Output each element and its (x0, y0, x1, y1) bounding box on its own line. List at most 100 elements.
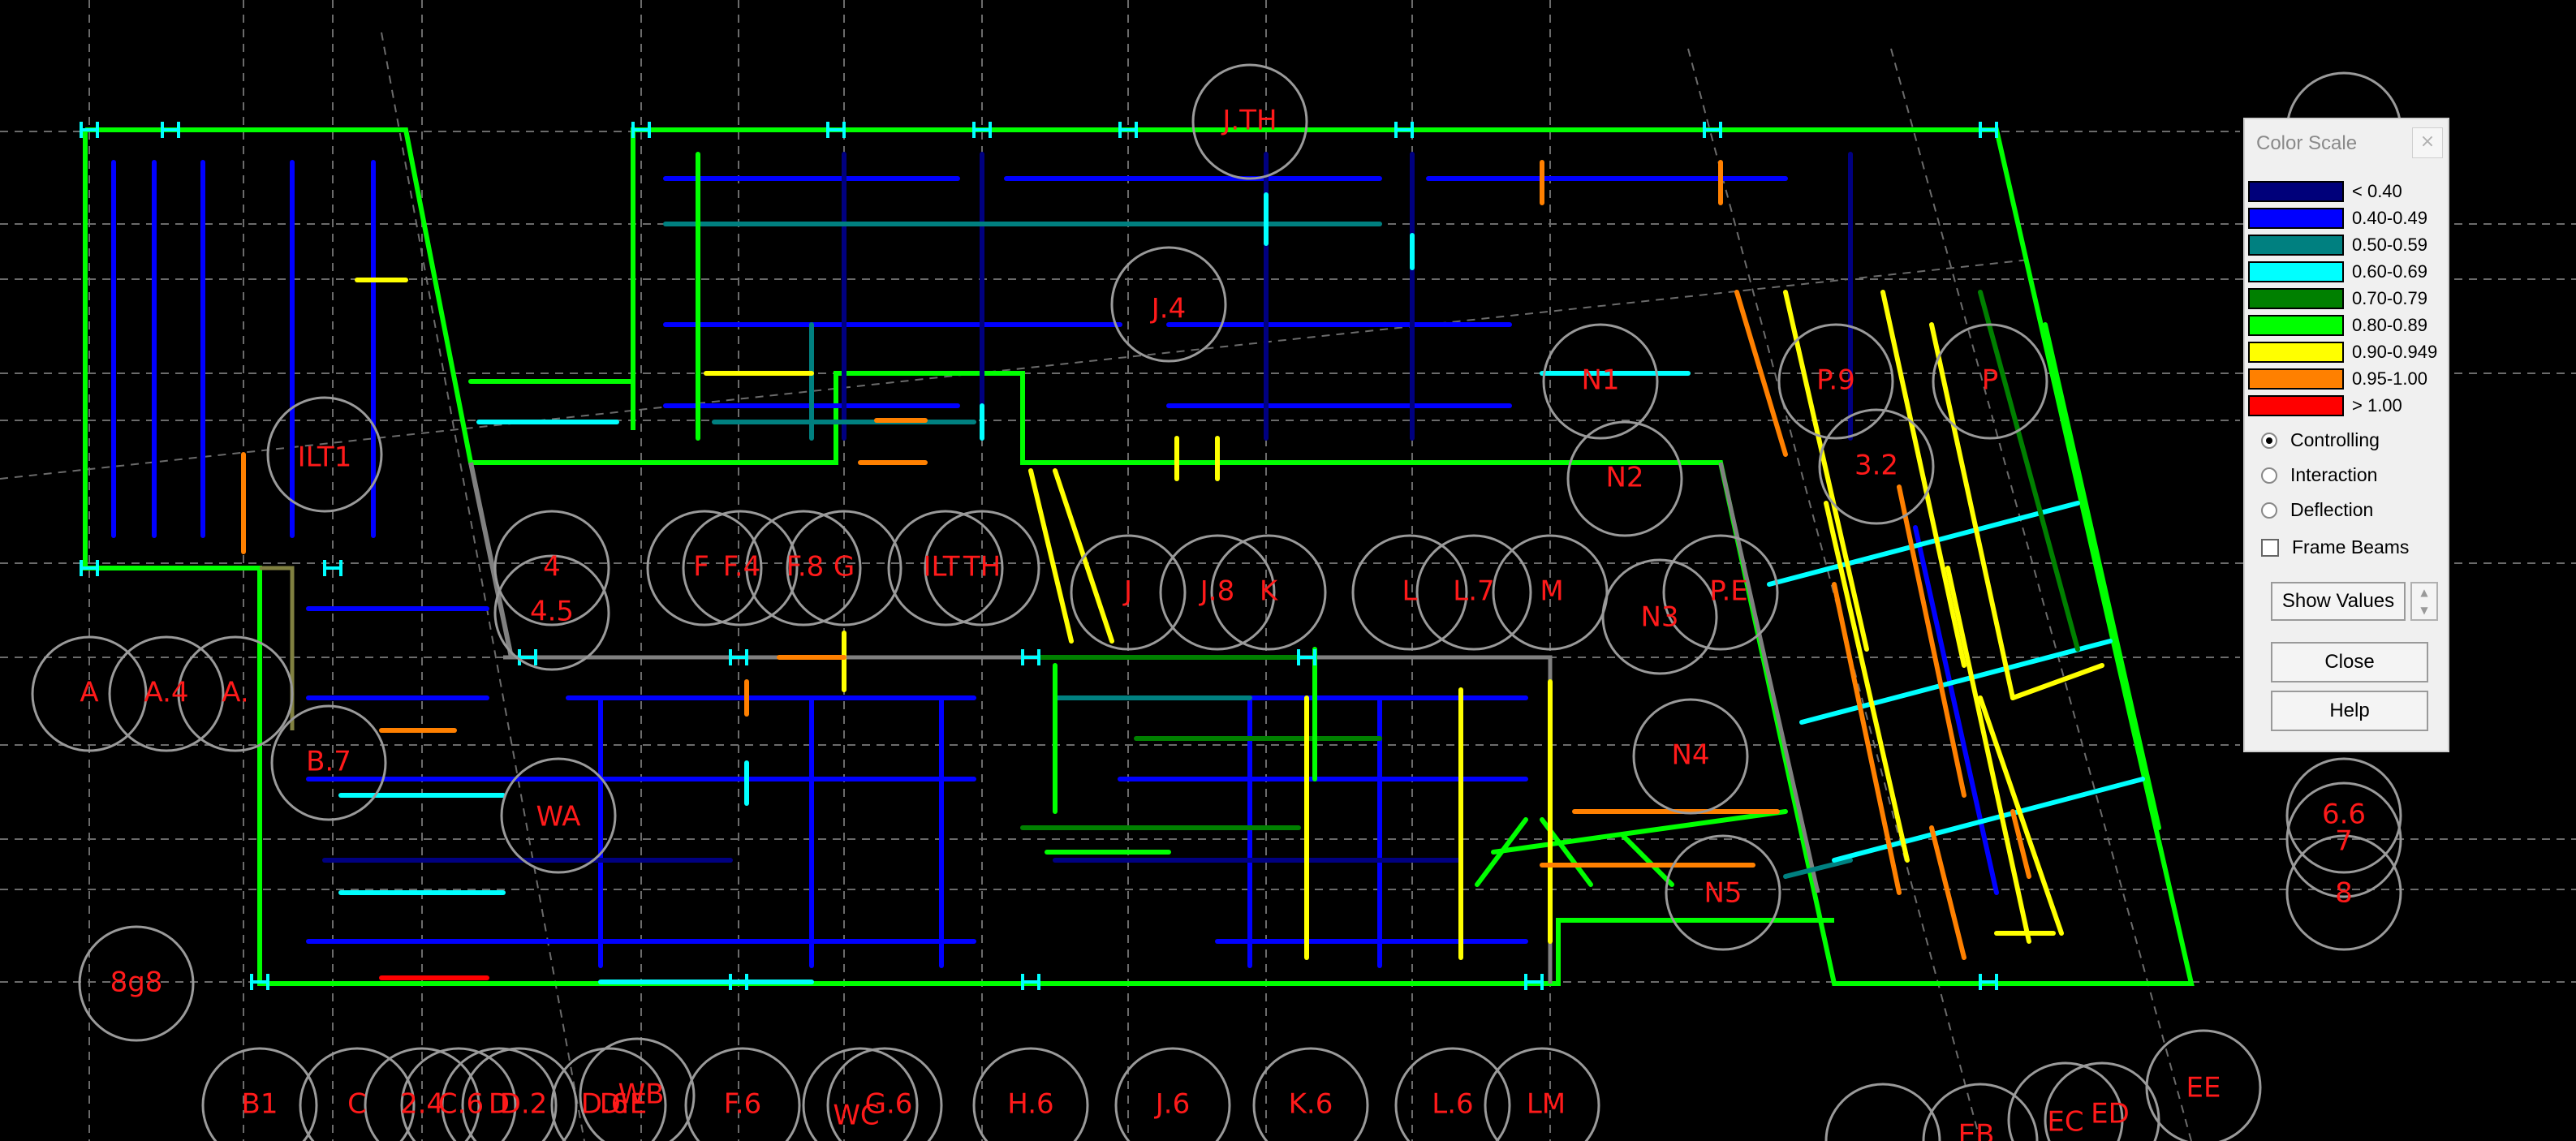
bubble-label: G (834, 551, 855, 583)
bubble-label: N5 (1704, 877, 1742, 910)
frame-beams-checkbox[interactable] (2261, 538, 2279, 557)
legend-swatch (2248, 341, 2344, 363)
bubble-label: F.4 (723, 551, 761, 583)
bubble-label: L.7 (1453, 575, 1494, 608)
legend-label: 0.80-0.89 (2352, 314, 2427, 335)
bubble-label: J.4 (1150, 293, 1186, 325)
bubble-label: 7 (2335, 825, 2353, 858)
bubble-label: J.6 (1154, 1088, 1190, 1121)
bubble-label: L.6 (1432, 1088, 1473, 1121)
close-button[interactable]: Close (2271, 642, 2428, 682)
legend-row: 0.50-0.59 (2248, 231, 2437, 258)
bubble-label: C (347, 1088, 367, 1121)
frame-beams-checkbox-row[interactable]: Frame Beams (2261, 536, 2409, 558)
legend-row: 0.70-0.79 (2248, 285, 2437, 312)
bubble-label: LM (1527, 1088, 1566, 1121)
dialog-title: Color Scale (2256, 132, 2358, 154)
legend-swatch (2248, 234, 2344, 256)
show-values-button[interactable]: Show Values (2271, 582, 2406, 621)
radio-label: Interaction (2290, 464, 2378, 485)
legend-label: 0.90-0.949 (2352, 341, 2438, 362)
bubble-label: F.8 (786, 551, 825, 583)
bubble-label: C.6 (438, 1088, 484, 1121)
legend-label: > 1.00 (2352, 394, 2402, 415)
radio-button[interactable] (2261, 502, 2277, 519)
bubble-label: 4 (543, 551, 561, 583)
bubble-label: EC (2047, 1106, 2083, 1139)
legend-swatch (2248, 207, 2344, 229)
radio-label: Deflection (2290, 499, 2374, 520)
spin-down-icon[interactable]: ▼ (2412, 601, 2436, 619)
legend-label: 0.60-0.69 (2352, 260, 2427, 282)
legend-row: 0.95-1.00 (2248, 365, 2437, 392)
color-scale-dialog: Color Scale × < 0.40 0.40-0.49 0.50-0.59… (2243, 118, 2449, 752)
bubble-label: B.7 (306, 746, 351, 778)
bubble-label: TH (963, 551, 1001, 583)
floor-plan-canvas[interactable]: J.TH J.4 ILT1 4 4.5 F F.4 F.8 G ILT TH J… (0, 0, 2576, 1141)
bubble-label: F.6 (724, 1088, 762, 1121)
bubble-label: F (693, 551, 709, 583)
bubble-label: EB (1958, 1119, 1995, 1141)
bubble-label: G.6 (865, 1088, 913, 1121)
bubble-label: A (80, 677, 98, 709)
legend-row: 0.80-0.89 (2248, 312, 2437, 338)
bubble-label: EE (2186, 1072, 2221, 1104)
bubble-label: A. (222, 677, 248, 709)
legend-swatch (2248, 368, 2344, 390)
legend-swatch (2248, 314, 2344, 336)
bubble-label: P.E (1709, 575, 1748, 608)
bubble-label: J.TH (1221, 105, 1277, 137)
legend-label: 0.95-1.00 (2352, 368, 2427, 389)
close-icon[interactable]: × (2412, 127, 2443, 158)
bubble-label: 3.2 (1854, 450, 1898, 482)
bubble-label: P (1982, 364, 1999, 397)
bubble-label: WB (618, 1079, 665, 1111)
bubble-label: N1 (1581, 364, 1619, 397)
radio-button-selected[interactable] (2261, 432, 2277, 449)
bubble-label: J.8 (1199, 575, 1234, 608)
bubble-label: WA (536, 801, 580, 833)
spin-up-icon[interactable]: ▲ (2412, 583, 2436, 601)
bubble-label: J (1122, 575, 1132, 608)
radio-controlling[interactable]: Controlling (2261, 429, 2380, 451)
legend-label: 0.50-0.59 (2352, 234, 2427, 255)
legend-row: 0.40-0.49 (2248, 205, 2437, 231)
beam-members (111, 152, 2161, 984)
bubble-label: A.4 (144, 677, 188, 709)
legend-swatch (2248, 180, 2344, 202)
bubble-label: N2 (1605, 462, 1643, 494)
bubble-label: P.9 (1816, 364, 1855, 397)
bubble-label: ILT (923, 551, 959, 583)
legend-row: 0.90-0.949 (2248, 338, 2437, 365)
bubble-label: L (1402, 575, 1418, 608)
legend-row: 0.60-0.69 (2248, 258, 2437, 285)
bubble-label: D.2 (500, 1088, 548, 1121)
legend-label: 0.40-0.49 (2352, 207, 2427, 228)
legend-row: > 1.00 (2248, 392, 2437, 419)
bubble-label: K (1260, 575, 1279, 608)
legend-label: < 0.40 (2352, 180, 2402, 201)
legend-swatch (2248, 394, 2344, 416)
show-values-spinner[interactable]: ▲ ▼ (2410, 582, 2438, 621)
bubble-label: H.6 (1007, 1088, 1053, 1121)
radio-label: Controlling (2290, 429, 2380, 450)
radio-button[interactable] (2261, 467, 2277, 484)
bubble-label: K.6 (1289, 1088, 1333, 1121)
bubble-label: 4.5 (530, 596, 574, 628)
legend-swatch (2248, 287, 2344, 309)
help-button[interactable]: Help (2271, 691, 2428, 731)
legend-label: 0.70-0.79 (2352, 287, 2427, 308)
legend-swatch (2248, 260, 2344, 282)
bubble-label: B1 (242, 1088, 278, 1121)
bubble-label: N3 (1640, 601, 1678, 634)
bubble-label: M (1540, 575, 1563, 608)
radio-interaction[interactable]: Interaction (2261, 464, 2377, 486)
bubble-label: N4 (1671, 739, 1709, 772)
checkbox-label: Frame Beams (2292, 536, 2410, 558)
bubble-label: ED (2091, 1098, 2130, 1130)
bubble-label: 8g8 (110, 967, 163, 999)
legend-row: < 0.40 (2248, 178, 2437, 205)
color-legend: < 0.40 0.40-0.49 0.50-0.59 0.60-0.69 0.7… (2248, 178, 2437, 419)
radio-deflection[interactable]: Deflection (2261, 499, 2373, 521)
bubble-label: 8 (2335, 877, 2353, 910)
